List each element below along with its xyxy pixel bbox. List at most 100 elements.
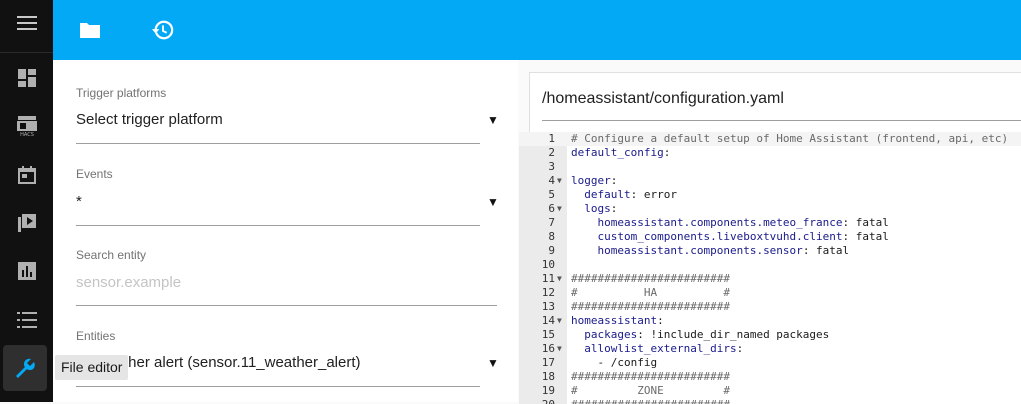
browse-files-button[interactable]: [70, 10, 110, 50]
fold-arrow-icon[interactable]: ▼: [557, 272, 562, 286]
code-line: 19 # ZONE #: [519, 384, 1021, 398]
line-number: 18: [541, 370, 555, 383]
sidebar: HACS: [0, 0, 53, 402]
line-number: 11: [541, 272, 555, 285]
code-line: 11 ▼ ########################: [519, 272, 1021, 286]
folder-icon: [80, 23, 100, 38]
logbook-icon: [16, 312, 37, 328]
history-icon: [152, 20, 174, 40]
hacs-icon: HACS: [16, 116, 37, 137]
code-line: 17 - /config: [519, 356, 1021, 370]
code-line: 14 ▼ homeassistant:: [519, 314, 1021, 328]
line-number: 13: [541, 300, 555, 313]
line-number: 12: [541, 286, 555, 299]
search-entity-underline: [76, 305, 497, 306]
sidebar-item-history[interactable]: [0, 248, 53, 294]
code-line: 13 ########################: [519, 300, 1021, 314]
code-text: homeassistant.components.meteo_france: f…: [597, 216, 889, 229]
sidebar-item-file-editor[interactable]: [3, 345, 47, 391]
sidebar-item-calendar[interactable]: [0, 152, 53, 198]
line-number: 6: [548, 202, 555, 215]
code-text: custom_components.liveboxtvuhd.client: f…: [597, 230, 889, 243]
code-line: 1 # Configure a default setup of Home Ass…: [519, 132, 1021, 146]
calendar-icon: [17, 166, 36, 184]
code-text: ########################: [571, 370, 730, 383]
code-line: 10: [519, 258, 1021, 272]
sidebar-item-hacs[interactable]: HACS: [0, 103, 53, 149]
sidebar-item-media[interactable]: [0, 200, 53, 246]
trigger-platform-underline: [76, 143, 480, 144]
code-line: 16 ▼ allowlist_external_dirs:: [519, 342, 1021, 356]
events-value: *: [76, 193, 82, 210]
entity-picker-panel: Trigger platforms Select trigger platfor…: [53, 60, 518, 402]
search-entity-input[interactable]: Search entity sensor.example: [76, 248, 533, 308]
fold-arrow-icon[interactable]: ▼: [557, 342, 562, 356]
menu-icon: [16, 16, 37, 30]
code-text: allowlist_external_dirs:: [584, 342, 744, 355]
line-number: 4: [548, 174, 555, 187]
events-label: Events: [76, 167, 113, 181]
code-text: # ZONE #: [571, 384, 730, 397]
menu-button[interactable]: [0, 0, 53, 46]
file-path: /homeassistant/configuration.yaml: [542, 90, 784, 107]
line-number: 2: [548, 146, 555, 159]
file-editor-tooltip: File editor: [55, 355, 129, 380]
code-line: 18 ########################: [519, 370, 1021, 384]
code-text: # HA #: [571, 286, 730, 299]
line-number: 20: [519, 398, 555, 404]
dashboard-icon: [17, 69, 36, 87]
sidebar-divider: [0, 52, 53, 53]
code-line: 5 default: error: [519, 188, 1021, 202]
sidebar-item-overview[interactable]: [0, 55, 53, 101]
wrench-icon: [16, 358, 35, 378]
trigger-platform-value: Select trigger platform: [76, 111, 223, 128]
line-number: 3: [548, 160, 555, 173]
entities-underline: [76, 386, 480, 387]
line-number: 7: [548, 216, 555, 229]
code-line: 2 default_config:: [519, 146, 1021, 160]
fold-arrow-icon[interactable]: ▼: [557, 202, 562, 216]
code-line: 3: [519, 160, 1021, 174]
dropdown-arrow-icon: ▼: [487, 356, 499, 370]
code-line: 9 homeassistant.components.sensor: fatal: [519, 244, 1021, 258]
sidebar-item-logbook[interactable]: [0, 297, 53, 343]
code-text: - /config: [571, 356, 658, 369]
line-number: 16: [541, 342, 555, 355]
toolbar: [53, 0, 1021, 60]
code-text: ########################: [571, 272, 730, 285]
code-text: # Configure a default setup of Home Assi…: [571, 132, 1009, 145]
code-text: ########################: [571, 398, 730, 404]
code-text: homeassistant:: [571, 314, 664, 327]
line-number: 8: [548, 230, 555, 243]
history-button[interactable]: [143, 10, 183, 50]
code-text: logger:: [571, 174, 618, 187]
fold-arrow-icon[interactable]: ▼: [557, 314, 562, 328]
code-text: default_config:: [571, 146, 671, 159]
code-text: default: error: [584, 188, 677, 201]
svg-text:HACS: HACS: [20, 132, 34, 137]
media-icon: [17, 214, 36, 232]
events-select[interactable]: Events * ▼: [76, 167, 533, 227]
code-editor[interactable]: 1 # Configure a default setup of Home Ass…: [519, 132, 1021, 404]
dropdown-arrow-icon: ▼: [487, 195, 499, 209]
entities-select[interactable]: Entities ther alert (sensor.11_weather_a…: [76, 329, 533, 389]
events-underline: [76, 225, 480, 226]
trigger-platform-label: Trigger platforms: [76, 86, 167, 100]
code-text: packages: !include_dir_named packages: [584, 328, 830, 341]
line-number: 14: [541, 314, 555, 327]
dropdown-arrow-icon: ▼: [487, 113, 499, 127]
trigger-platform-select[interactable]: Trigger platforms Select trigger platfor…: [76, 86, 533, 146]
code-text: homeassistant.components.sensor: fatal: [597, 244, 850, 257]
line-number: 1: [548, 132, 555, 145]
line-number: 9: [548, 244, 555, 257]
code-line: 12 # HA #: [519, 286, 1021, 300]
line-number: 5: [548, 188, 555, 201]
line-number: 15: [541, 328, 555, 341]
code-line: 6 ▼ logs:: [519, 202, 1021, 216]
code-line: 4 ▼ logger:: [519, 174, 1021, 188]
line-number: 17: [541, 356, 555, 369]
code-line: 15 packages: !include_dir_named packages: [519, 328, 1021, 342]
code-text: ########################: [571, 300, 730, 313]
fold-arrow-icon[interactable]: ▼: [557, 174, 562, 188]
entities-value: ther alert (sensor.11_weather_alert): [124, 354, 361, 371]
